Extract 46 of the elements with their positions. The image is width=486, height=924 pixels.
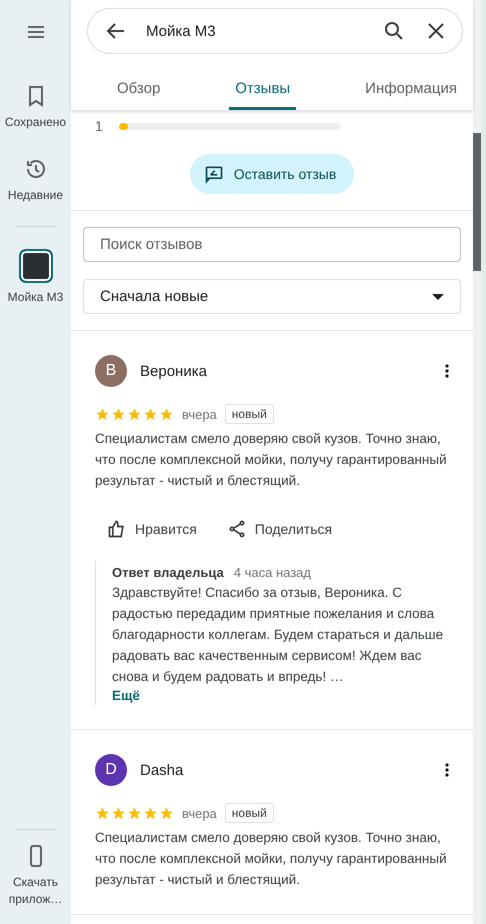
- tab[interactable]: Информация: [359, 80, 463, 110]
- star-icon: [159, 806, 174, 820]
- search-field[interactable]: Мойка М3: [87, 8, 463, 54]
- write-review-button[interactable]: Оставить отзыв: [190, 154, 354, 194]
- tab[interactable]: Обзор: [111, 80, 166, 110]
- star-icon: [159, 406, 174, 422]
- new-badge: новый: [224, 404, 274, 424]
- review-date: вчера: [182, 806, 217, 820]
- review-date: вчера: [182, 406, 217, 422]
- star-icon: [111, 806, 126, 820]
- reviewer-name: Dasha: [140, 762, 184, 778]
- review-search-field[interactable]: Поиск отзывов: [83, 227, 461, 262]
- review-icon: [204, 164, 224, 184]
- star-icon: [127, 806, 142, 820]
- sidebar-item[interactable]: Сохранено: [0, 84, 70, 131]
- star-icon: [111, 406, 126, 422]
- more-link[interactable]: Ещё: [112, 688, 140, 703]
- sidebar-item[interactable]: Недавние: [0, 157, 70, 204]
- star-icon: [95, 806, 110, 820]
- review-text: Специалистам смело доверяю свой кузов. Точно знаю, что после комплексной мойки, получу гарантированный результат - чистый и блестящий.: [95, 430, 448, 490]
- share-icon: [226, 519, 247, 539]
- share-button[interactable]: Поделиться: [226, 515, 332, 543]
- place-thumbnail: [18, 249, 52, 283]
- sort-dropdown[interactable]: Сначала новые: [83, 279, 461, 314]
- reply-text: Здравствуйте! Спасибо за отзыв, Вероника. С радостью передадим приятные пожелания и слова благодарности коллегам. Будем стараться и дальше радовать вас качественным сервисом! Ждем вас снова и будем радовать и впредь! …: [112, 584, 444, 686]
- rating-label: 1: [95, 118, 104, 134]
- new-badge: новый: [224, 803, 274, 823]
- star-icon: [143, 806, 158, 820]
- reply-title: Ответ владельца: [112, 565, 224, 580]
- more-options-icon[interactable]: [445, 763, 449, 777]
- star-icon: [127, 406, 142, 422]
- thumbs-up-icon: [107, 519, 127, 539]
- star-icon: [95, 406, 110, 422]
- review-text: Специалистам смело доверяю свой кузов. Точно знаю, что после комплексной мойки, получу гарантированный результат - чистый и блестящий.: [95, 829, 448, 889]
- like-button[interactable]: Нравится: [107, 515, 197, 543]
- reviewer-name: Вероника: [140, 362, 208, 380]
- scrollbar[interactable]: [473, 0, 481, 924]
- sidebar-item[interactable]: Мойка М3: [0, 249, 70, 306]
- dropdown-caret-icon: [432, 294, 444, 300]
- avatar: В: [95, 355, 127, 387]
- star-icon: [143, 406, 158, 422]
- more-options-icon[interactable]: [445, 364, 449, 378]
- reply-time: 4 часа назад: [234, 565, 311, 580]
- tab[interactable]: Отзывы: [229, 80, 296, 110]
- avatar: D: [95, 754, 127, 786]
- sidebar-item[interactable]: Скачать прилож…: [0, 844, 70, 908]
